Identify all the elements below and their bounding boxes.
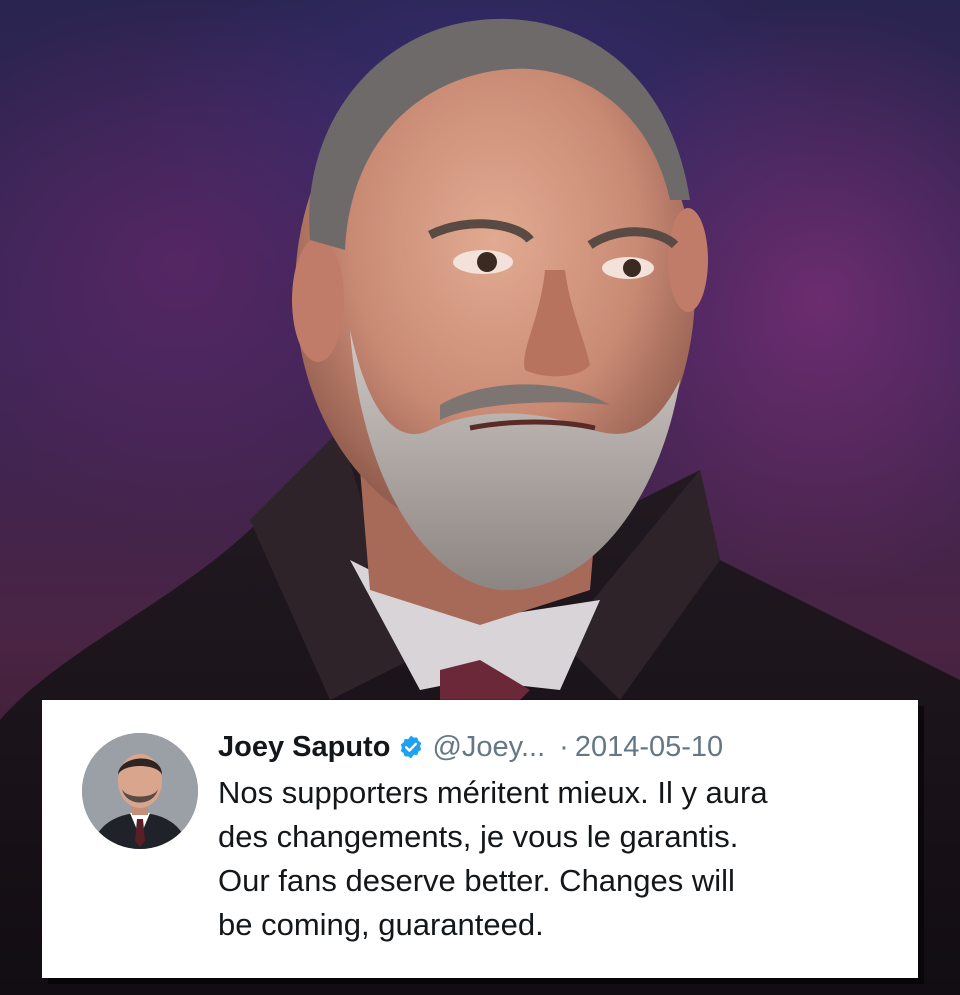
tweet-card[interactable]: Joey Saputo @Joey... · 2014-05-10 Nos su…	[42, 700, 918, 978]
tweet-date[interactable]: 2014-05-10	[575, 731, 723, 764]
tweet-header: Joey Saputo @Joey... · 2014-05-10	[218, 727, 723, 767]
user-handle[interactable]: @Joey...	[432, 731, 545, 764]
tweet-text-line: be coming, guaranteed.	[218, 907, 544, 942]
separator-dot: ·	[559, 730, 569, 763]
display-name[interactable]: Joey Saputo	[218, 731, 390, 764]
tweet-text-line: des changements, je vous le garantis.	[218, 819, 739, 854]
profile-avatar[interactable]	[82, 733, 198, 849]
tweet-text-line: Nos supporters méritent mieux. Il y aura	[218, 775, 768, 810]
tweet-text: Nos supporters méritent mieux. Il y aura…	[218, 771, 878, 947]
tweet-text-line: Our fans deserve better. Changes will	[218, 863, 735, 898]
verified-badge-icon	[398, 734, 424, 760]
